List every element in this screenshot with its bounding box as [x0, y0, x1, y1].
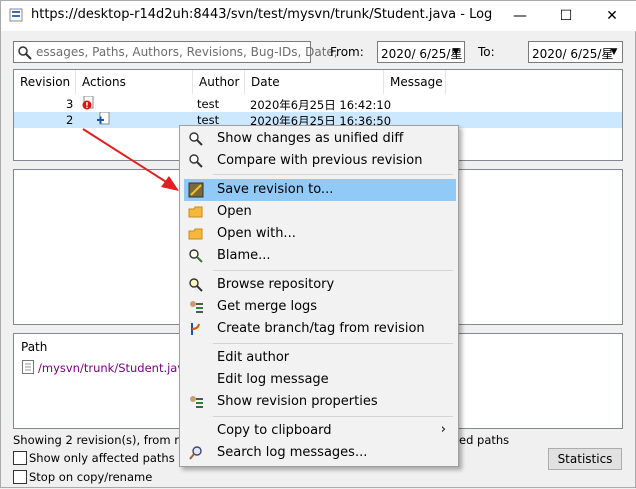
maximize-button[interactable]: ☐ [543, 1, 589, 31]
column-header-message[interactable]: Message [384, 70, 446, 94]
menu-item-browse-repository[interactable]: Browse repository [184, 274, 456, 296]
search-icon [18, 46, 32, 60]
menu-item-open-with[interactable]: Open with... [184, 223, 456, 245]
menu-item-edit-log-message[interactable]: Edit log message [184, 369, 456, 391]
magnifier-icon [189, 132, 203, 146]
merge-logs-icon [190, 301, 203, 313]
column-header-date[interactable]: Date [245, 70, 384, 94]
from-date-picker[interactable]: 2020/ 6/25/星 ▼ [377, 41, 465, 63]
to-label: To: [478, 45, 495, 59]
menu-item-merge-logs[interactable]: Get merge logs [184, 296, 456, 318]
magnifier-icon [189, 154, 203, 168]
svg-text:!: ! [85, 101, 89, 110]
close-button[interactable]: ✕ [589, 1, 635, 31]
revision-cell: 3 [66, 97, 74, 111]
from-label: From: [330, 45, 364, 59]
revision-cell: 2 [66, 113, 74, 127]
menu-item-create-branch-tag[interactable]: Create branch/tag from revision [184, 318, 456, 340]
repo-browser-icon [189, 278, 203, 292]
modified-action-icon: ! [82, 96, 94, 110]
to-date-picker[interactable]: 2020/ 6/25/星 ▼ [528, 41, 623, 63]
column-header-actions[interactable]: Actions [76, 70, 193, 94]
tortoisesvn-app-icon [9, 8, 23, 22]
menu-item-copy-to-clipboard[interactable]: Copy to clipboard › [184, 420, 456, 442]
menu-item-label: Edit log message [217, 372, 329, 387]
menu-item-unified-diff[interactable]: Show changes as unified diff [184, 128, 456, 150]
menu-item-save-revision[interactable]: Save revision to... [184, 179, 456, 201]
window-title: https://desktop-r14d2uh:8443/svn/test/my… [31, 7, 496, 22]
folder-open-icon [188, 206, 203, 218]
minimize-button[interactable]: — [497, 1, 543, 31]
menu-separator [213, 343, 453, 344]
chevron-down-icon[interactable]: ▼ [606, 42, 622, 62]
menu-item-search-log[interactable]: Search log messages... [184, 442, 456, 464]
context-menu: Show changes as unified diff Compare wit… [179, 125, 459, 467]
title-bar: https://desktop-r14d2uh:8443/svn/test/my… [1, 1, 636, 31]
table-row[interactable]: 3 ! test 2020年6月25日 16:42:10 [14, 96, 622, 112]
to-date-value: 2020/ 6/25/星 [532, 47, 614, 61]
blame-icon [189, 249, 203, 263]
path-column-header[interactable]: Path [21, 340, 47, 354]
search-placeholder: essages, Paths, Authors, Revisions, Bug-… [36, 45, 338, 59]
menu-item-label: Save revision to... [217, 182, 334, 197]
column-header-revision[interactable]: Revision [14, 70, 76, 94]
menu-item-label: Open [217, 204, 252, 219]
chevron-down-icon[interactable]: ▼ [448, 42, 464, 62]
stop-on-copy-label[interactable]: Stop on copy/rename [29, 470, 152, 484]
menu-item-label: Compare with previous revision [217, 153, 423, 168]
column-header-author[interactable]: Author [193, 70, 245, 94]
log-messages-window: https://desktop-r14d2uh:8443/svn/test/my… [0, 0, 636, 488]
status-text-tail: ed paths [459, 433, 510, 447]
menu-item-edit-author[interactable]: Edit author [184, 347, 456, 369]
menu-item-label: Edit author [217, 350, 290, 365]
show-only-affected-label[interactable]: Show only affected paths [29, 451, 175, 465]
menu-separator [213, 416, 453, 417]
show-only-affected-checkbox[interactable] [13, 451, 27, 465]
properties-icon [190, 396, 203, 408]
file-icon [22, 360, 34, 374]
menu-item-label: Show revision properties [217, 394, 378, 409]
menu-separator [213, 270, 453, 271]
branch-icon [191, 323, 200, 335]
menu-item-label: Search log messages... [217, 445, 368, 460]
statistics-button[interactable]: Statistics [548, 448, 622, 470]
menu-item-label: Copy to clipboard [217, 423, 332, 438]
menu-item-label: Show changes as unified diff [217, 131, 404, 146]
menu-item-revision-properties[interactable]: Show revision properties [184, 391, 456, 413]
changed-path-item[interactable]: /mysvn/trunk/Student.java [38, 361, 191, 375]
menu-separator [213, 174, 453, 175]
author-cell: test [197, 97, 220, 111]
menu-item-label: Get merge logs [217, 299, 318, 314]
search-icon [189, 446, 202, 460]
added-action-icon [97, 112, 110, 125]
save-icon [188, 182, 204, 198]
search-filter-input[interactable]: essages, Paths, Authors, Revisions, Bug-… [13, 41, 338, 63]
menu-item-label: Create branch/tag from revision [217, 321, 425, 336]
menu-item-compare-previous[interactable]: Compare with previous revision [184, 150, 456, 172]
date-cell: 2020年6月25日 16:42:10 [250, 98, 392, 112]
stop-on-copy-checkbox[interactable] [13, 470, 27, 484]
menu-item-label: Browse repository [217, 277, 335, 292]
chevron-right-icon: › [440, 422, 446, 437]
menu-item-label: Open with... [217, 226, 296, 241]
menu-item-blame[interactable]: Blame... [184, 245, 456, 267]
folder-open-icon [188, 228, 203, 240]
menu-item-open[interactable]: Open [184, 201, 456, 223]
menu-item-label: Blame... [217, 248, 271, 263]
